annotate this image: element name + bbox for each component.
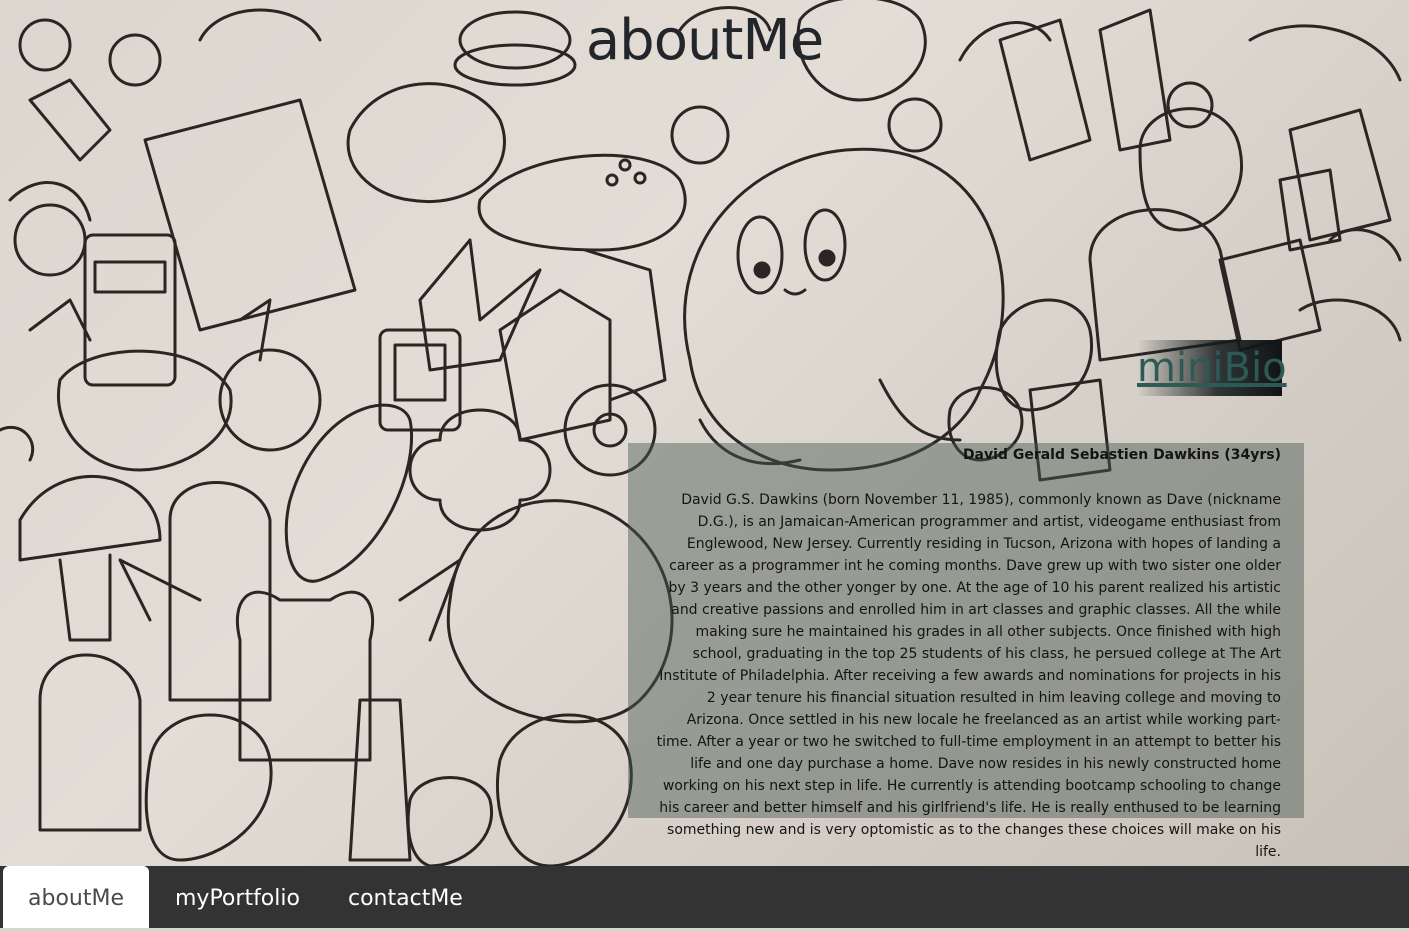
nav-tab-aboutme[interactable]: aboutMe bbox=[3, 866, 149, 928]
nav-tab-contactme[interactable]: contactMe bbox=[348, 866, 463, 928]
nav-tab-myportfolio[interactable]: myPortfolio bbox=[175, 866, 300, 928]
minibio-heading-link[interactable]: miniBio bbox=[1137, 340, 1287, 396]
bottom-navbar: aboutMe myPortfolio contactMe bbox=[0, 866, 1409, 928]
bio-panel: David Gerald Sebastien Dawkins (34yrs) D… bbox=[628, 443, 1304, 860]
bio-text: David G.S. Dawkins (born November 11, 19… bbox=[656, 492, 1281, 860]
page-title: aboutMe bbox=[585, 8, 824, 73]
bio-name: David Gerald Sebastien Dawkins (34yrs) bbox=[962, 447, 1281, 463]
